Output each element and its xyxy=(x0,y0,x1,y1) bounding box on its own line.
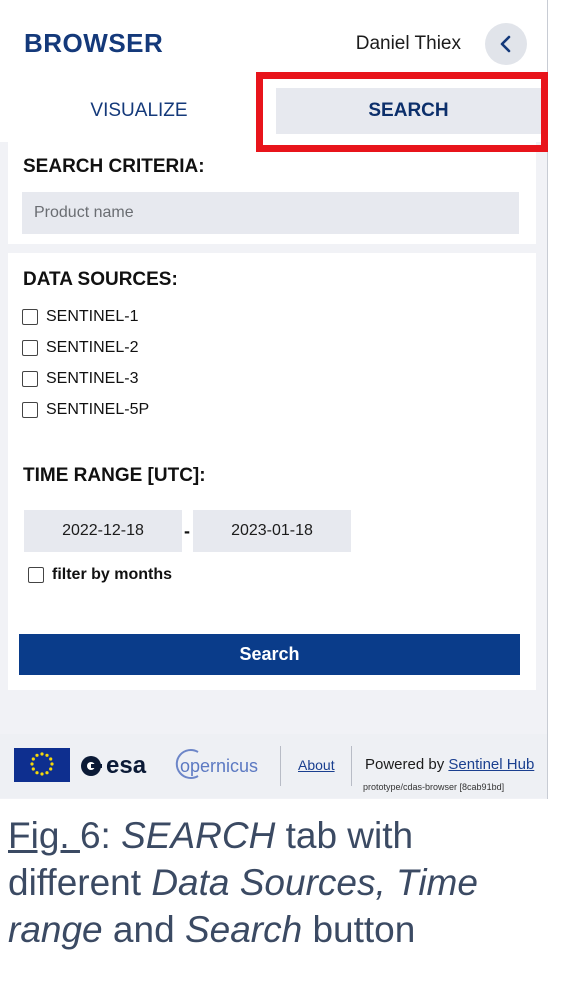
footer-divider xyxy=(351,746,352,786)
powered-by: Powered by Sentinel Hub xyxy=(365,756,534,773)
filter-by-months-option[interactable]: filter by months xyxy=(28,566,172,584)
esa-text: esa xyxy=(106,752,147,779)
filter-by-months-label: filter by months xyxy=(52,566,173,583)
footer-divider xyxy=(280,746,281,786)
esa-emblem-icon xyxy=(81,756,102,776)
caption-search-button-term: Search xyxy=(184,909,303,950)
caption-fig-number: 6 xyxy=(79,815,101,856)
esa-logo: esa xyxy=(80,752,146,780)
chevron-left-icon xyxy=(500,35,511,53)
user-name[interactable]: Daniel Thiex xyxy=(356,33,461,55)
date-from-field[interactable]: 2022-12-18 xyxy=(24,510,182,552)
sentinel-2-label: SENTINEL-2 xyxy=(46,339,139,356)
sentinel-2-checkbox[interactable] xyxy=(22,340,38,356)
data-sources-title: DATA SOURCES: xyxy=(23,269,178,290)
header: BROWSER Daniel Thiex xyxy=(0,0,547,82)
sentinel-3-label: SENTINEL-3 xyxy=(46,370,139,387)
footer: esa opernicus About Powered by Sentinel … xyxy=(0,734,547,798)
sentinel-1-checkbox[interactable] xyxy=(22,309,38,325)
date-separator: - xyxy=(184,521,190,541)
sentinel-5p-label: SENTINEL-5P xyxy=(46,401,150,418)
caption-fig-label: Fig. xyxy=(8,815,80,856)
search-criteria-section: SEARCH CRITERIA: Product name xyxy=(8,142,536,244)
caption-search-term: SEARCH xyxy=(121,815,276,856)
sentinel-1-label: SENTINEL-1 xyxy=(46,308,139,325)
search-tab-highlight xyxy=(256,72,548,152)
sentinel-1-option[interactable]: SENTINEL-1 xyxy=(22,305,138,329)
sentinel-3-option[interactable]: SENTINEL-3 xyxy=(22,367,138,391)
caption-text: : xyxy=(100,815,122,856)
build-version: prototype/cdas-browser [8cab91bd] xyxy=(363,782,505,792)
copernicus-logo-text: opernicus xyxy=(180,756,259,776)
tab-visualize[interactable]: VISUALIZE xyxy=(28,88,250,134)
time-range-title: TIME RANGE [UTC]: xyxy=(23,465,206,486)
sentinel-5p-option[interactable]: SENTINEL-5P xyxy=(22,398,149,422)
powered-by-prefix: Powered by xyxy=(365,756,449,773)
about-link[interactable]: About xyxy=(298,757,335,773)
data-sources-section: DATA SOURCES: SENTINEL-1 SENTINEL-2 SENT… xyxy=(8,253,536,690)
search-criteria-title: SEARCH CRITERIA: xyxy=(23,156,205,177)
figure-caption: Fig. 6: SEARCH tab with different Data S… xyxy=(8,812,553,953)
eu-flag-logo xyxy=(14,748,70,782)
brand-title: BROWSER xyxy=(24,28,164,58)
collapse-button[interactable] xyxy=(485,23,527,65)
sentinel-hub-link[interactable]: Sentinel Hub xyxy=(448,756,534,773)
search-button[interactable]: Search xyxy=(19,634,520,675)
filter-by-months-checkbox[interactable] xyxy=(28,567,44,583)
sentinel-3-checkbox[interactable] xyxy=(22,371,38,387)
caption-text: and xyxy=(102,909,185,950)
sentinel-5p-checkbox[interactable] xyxy=(22,402,38,418)
date-to-field[interactable]: 2023-01-18 xyxy=(193,510,351,552)
caption-text: button xyxy=(302,909,416,950)
product-name-input[interactable]: Product name xyxy=(22,192,519,234)
sentinel-2-option[interactable]: SENTINEL-2 xyxy=(22,336,138,360)
